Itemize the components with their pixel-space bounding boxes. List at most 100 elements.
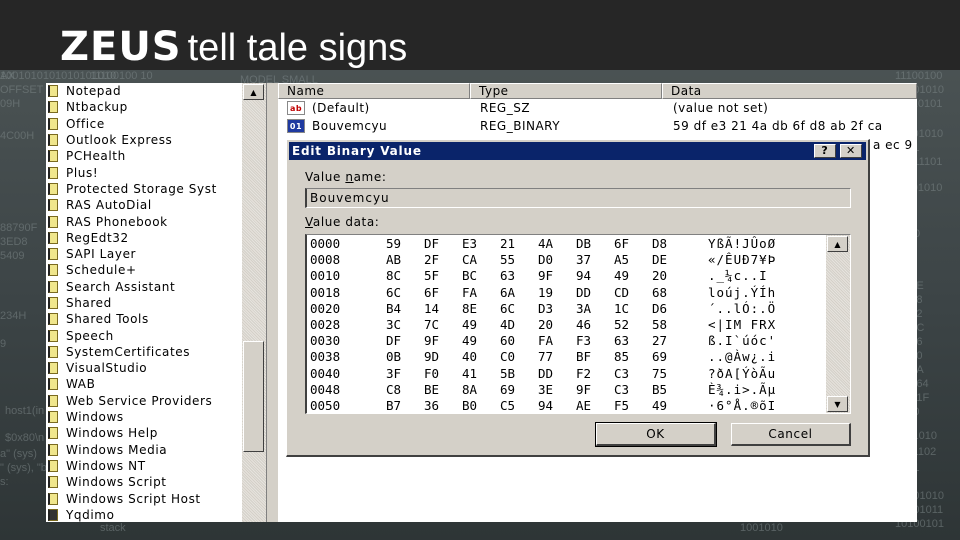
hex-byte[interactable]: 94 [576, 268, 591, 283]
hex-byte[interactable]: 36 [424, 398, 439, 413]
hex-byte[interactable]: 1C [614, 301, 629, 316]
hex-byte[interactable]: 6C [500, 301, 515, 316]
hex-byte[interactable]: DB [576, 236, 591, 251]
tree-item[interactable]: Windows NT [46, 458, 242, 474]
tree-item[interactable]: Windows Help [46, 425, 242, 441]
hex-byte[interactable]: 2F [424, 252, 439, 267]
hex-ascii[interactable]: ß.I`úóc' [708, 333, 776, 348]
hex-byte[interactable]: 49 [614, 268, 629, 283]
hex-byte[interactable]: 40 [462, 349, 477, 364]
hex-byte[interactable]: DD [576, 285, 591, 300]
hex-byte[interactable]: 3C [386, 317, 401, 332]
hex-byte[interactable]: 49 [462, 333, 477, 348]
tree-item[interactable]: Search Assistant [46, 279, 242, 295]
hex-byte[interactable]: B5 [652, 382, 667, 397]
hex-byte[interactable]: CA [462, 252, 477, 267]
hex-ascii[interactable]: «/ÊUÐ7¥Þ [708, 252, 776, 267]
column-header-data[interactable]: Data [662, 83, 917, 99]
ok-button[interactable]: OK [595, 422, 717, 447]
hex-byte[interactable]: A5 [614, 252, 629, 267]
hex-byte[interactable]: 5F [424, 268, 439, 283]
tree-item[interactable]: Shared [46, 295, 242, 311]
hex-byte[interactable]: F0 [424, 366, 439, 381]
tree-item[interactable]: Outlook Express [46, 132, 242, 148]
hex-byte[interactable]: D8 [652, 236, 667, 251]
hex-byte[interactable]: B0 [462, 398, 477, 413]
hex-byte[interactable]: BF [576, 349, 591, 364]
hex-byte[interactable]: F5 [614, 398, 629, 413]
hex-byte[interactable]: 6A [500, 285, 515, 300]
hex-byte[interactable]: 9F [538, 268, 553, 283]
column-header-name[interactable]: Name [278, 83, 470, 99]
tree-item[interactable]: VisualStudio [46, 360, 242, 376]
hex-byte[interactable]: B7 [386, 398, 401, 413]
hex-byte[interactable]: 60 [500, 333, 515, 348]
hex-byte[interactable]: 21 [500, 236, 515, 251]
scroll-up-button[interactable]: ▲ [243, 84, 264, 100]
hex-scroll-down-button[interactable]: ▼ [827, 396, 848, 412]
hex-ascii[interactable]: ?ðA[ÝòÃu [708, 366, 776, 381]
hex-ascii[interactable]: ._¼c..I [708, 268, 768, 283]
tree-item[interactable]: SystemCertificates [46, 344, 242, 360]
value-name-field[interactable]: Bouvemcyu [305, 188, 851, 208]
tree-item[interactable]: Schedule+ [46, 262, 242, 278]
hex-ascii[interactable]: ·6°Å.®õI [708, 398, 776, 413]
hex-byte[interactable]: 8E [462, 301, 477, 316]
tree-item[interactable]: RAS AutoDial [46, 197, 242, 213]
hex-byte[interactable]: D6 [652, 301, 667, 316]
hex-ascii[interactable]: loúj.ÝÍh [708, 285, 776, 300]
cancel-button[interactable]: Cancel [731, 423, 851, 446]
hex-byte[interactable]: 14 [424, 301, 439, 316]
hex-byte[interactable]: 46 [576, 317, 591, 332]
hex-ascii[interactable]: È¾.i>.Ãµ [708, 382, 776, 397]
hex-byte[interactable]: 63 [614, 333, 629, 348]
hex-byte[interactable]: 3E [538, 382, 553, 397]
dialog-title-bar[interactable]: Edit Binary Value ? ✕ [289, 142, 866, 160]
tree-item[interactable]: Web Service Providers [46, 393, 242, 409]
hex-byte[interactable]: C5 [500, 398, 515, 413]
hex-byte[interactable]: E3 [462, 236, 477, 251]
hex-byte[interactable]: 4D [500, 317, 515, 332]
tree-item[interactable]: Plus! [46, 164, 242, 180]
hex-byte[interactable]: FA [462, 285, 477, 300]
tree-item[interactable]: Office [46, 116, 242, 132]
hex-byte[interactable]: D0 [538, 252, 553, 267]
tree-item[interactable]: Windows Media [46, 442, 242, 458]
scrollbar-thumb[interactable] [243, 341, 264, 452]
hex-ascii[interactable]: ´..lÓ:.Ö [708, 301, 776, 316]
hex-byte[interactable]: 94 [538, 398, 553, 413]
hex-byte[interactable]: 9F [424, 333, 439, 348]
hex-byte[interactable]: FA [538, 333, 553, 348]
hex-byte[interactable]: 52 [614, 317, 629, 332]
hex-byte[interactable]: 19 [538, 285, 553, 300]
registry-key-tree[interactable]: Notepad Ntbackup Office Outlook Express PCHe… [46, 83, 242, 522]
tree-item[interactable]: RegEdt32 [46, 230, 242, 246]
hex-byte[interactable]: 75 [652, 366, 667, 381]
hex-byte[interactable]: 69 [652, 349, 667, 364]
hex-byte[interactable]: 68 [652, 285, 667, 300]
hex-byte[interactable]: 59 [386, 236, 401, 251]
hex-byte[interactable]: 7C [424, 317, 439, 332]
tree-item[interactable]: Ntbackup [46, 99, 242, 115]
hex-byte[interactable]: 3A [576, 301, 591, 316]
hex-byte[interactable]: DF [386, 333, 401, 348]
hex-byte[interactable]: 55 [500, 252, 515, 267]
hex-byte[interactable]: BC [462, 268, 477, 283]
tree-item[interactable]: Shared Tools [46, 311, 242, 327]
hex-ascii[interactable]: YßÃ!JÛoØ [708, 236, 776, 251]
hex-byte[interactable]: 6F [614, 236, 629, 251]
hex-byte[interactable]: 9F [576, 382, 591, 397]
hex-byte[interactable]: F2 [576, 366, 591, 381]
hex-byte[interactable]: DF [424, 236, 439, 251]
tree-item[interactable]: Windows [46, 409, 242, 425]
column-header-type[interactable]: Type [470, 83, 662, 99]
hex-byte[interactable]: 63 [500, 268, 515, 283]
hex-byte[interactable]: 5B [500, 366, 515, 381]
tree-item[interactable]: SAPI Layer [46, 246, 242, 262]
hex-byte[interactable]: CD [614, 285, 629, 300]
hex-byte[interactable]: F3 [576, 333, 591, 348]
hex-byte[interactable]: 3F [386, 366, 401, 381]
tree-item[interactable]: Speech [46, 327, 242, 343]
hex-byte[interactable]: 6F [424, 285, 439, 300]
value-data-hex-editor[interactable]: 0068C3FFE5947F1F997EÃÿU.■..~006072EC56DD… [305, 234, 851, 414]
